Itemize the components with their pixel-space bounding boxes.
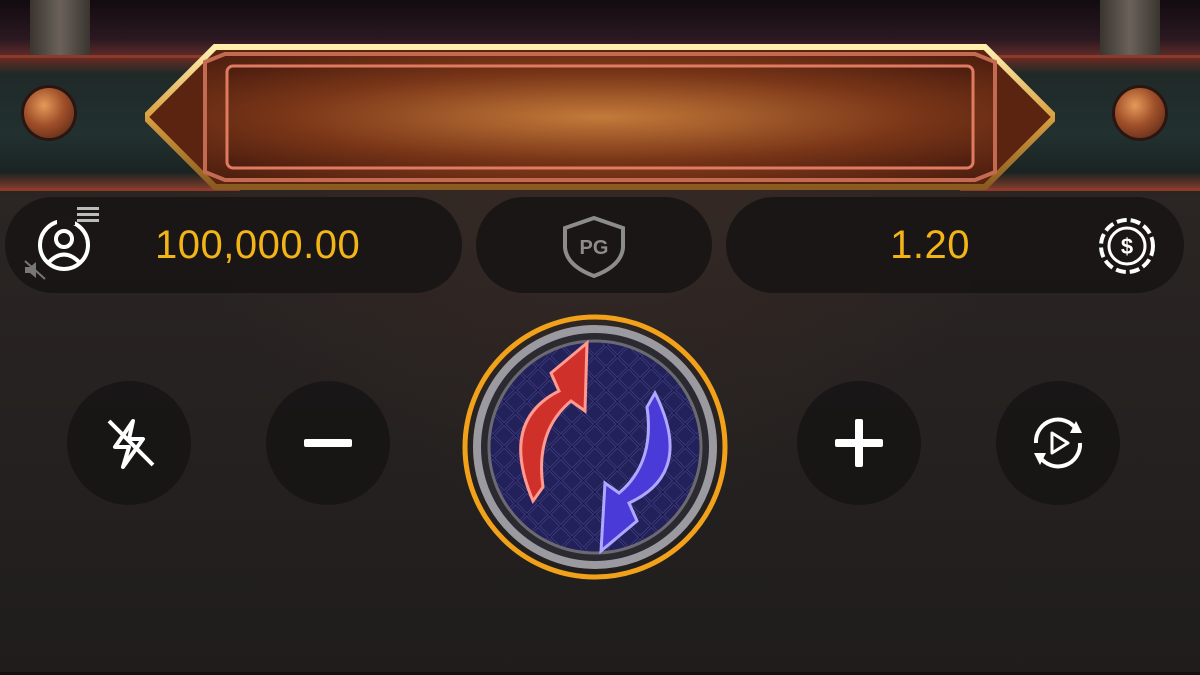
- left-post: [30, 0, 90, 60]
- autoplay-button[interactable]: [996, 381, 1120, 505]
- message-banner: [145, 42, 1055, 192]
- spin-button[interactable]: [459, 311, 731, 583]
- balance-value: 100,000.00: [155, 223, 361, 267]
- pg-shield-logo: PG: [561, 215, 627, 279]
- coin-dollar-icon[interactable]: $: [1096, 215, 1158, 277]
- autoplay-icon: [1033, 417, 1083, 469]
- spin-icon: [462, 314, 728, 580]
- bet-panel[interactable]: 1.20 $: [726, 197, 1184, 293]
- svg-text:$: $: [1121, 234, 1133, 259]
- decrease-bet-button[interactable]: [266, 381, 390, 505]
- menu-icon[interactable]: [77, 207, 99, 223]
- sound-muted-icon[interactable]: [23, 259, 47, 281]
- brand-panel: PG: [476, 197, 712, 293]
- bet-amount-value: 1.20: [890, 223, 970, 267]
- right-bolt: [1115, 88, 1165, 138]
- turbo-button[interactable]: [67, 381, 191, 505]
- minus-icon: [304, 439, 352, 447]
- left-bolt: [24, 88, 74, 138]
- plus-icon: [835, 419, 883, 467]
- right-post: [1100, 0, 1160, 60]
- balance-panel[interactable]: 100,000.00: [5, 197, 462, 293]
- turbo-off-icon: [107, 419, 155, 469]
- pg-logo-text: PG: [580, 237, 609, 259]
- increase-bet-button[interactable]: [797, 381, 921, 505]
